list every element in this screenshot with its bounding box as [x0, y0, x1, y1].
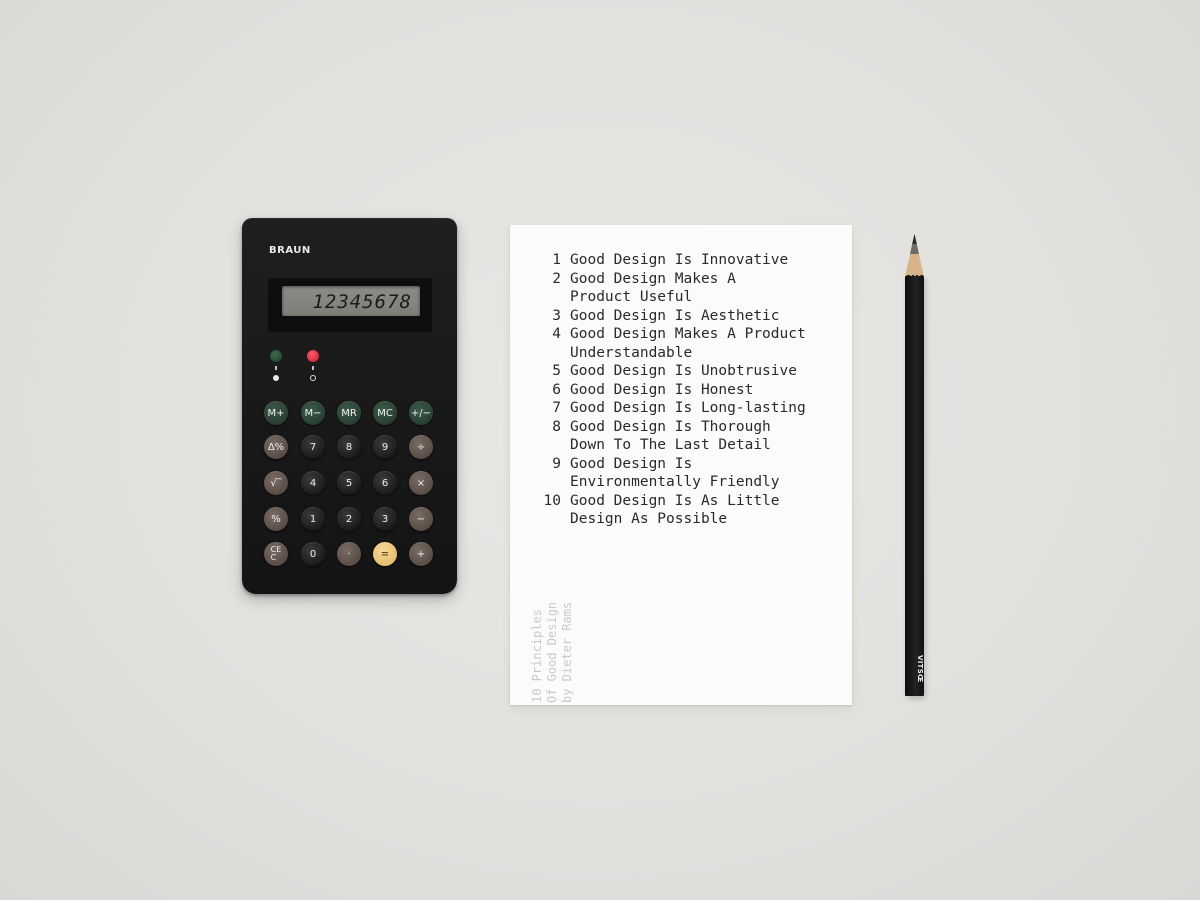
principles-list: 1 Good Design Is Innovative 2 Good Design M…	[528, 251, 806, 529]
on-indicator-dot	[273, 375, 279, 381]
principle-item: 10 Good Design Is As Little Design As Pos…	[528, 492, 806, 529]
indicator-dash	[312, 366, 314, 370]
pencil-body	[905, 276, 924, 696]
calculator-key: ·	[337, 542, 361, 566]
power-on-button	[270, 350, 282, 362]
calculator-display: 12345678	[282, 286, 420, 316]
principle-item: 9 Good Design Is Environmentally Friendly	[528, 455, 806, 492]
calculator-key: 4	[301, 471, 325, 495]
principle-text: Good Design Is Honest	[570, 381, 754, 398]
calculator-key: M+	[264, 401, 288, 425]
display-readout: 12345678	[312, 291, 412, 313]
principle-text: Good Design Makes A Product Understandab…	[570, 326, 806, 361]
calculator-key: 1	[301, 507, 325, 531]
calculator-key: 0	[301, 542, 325, 566]
product-flatlay: BRAUN 12345678 M+ M− MR MC +/− Δ% 7 8 9 ÷ √‾ 4 5 6 ×% 1…	[0, 0, 1200, 900]
principle-number: 7	[552, 400, 561, 416]
principle-item: 7 Good Design Is Long-lasting	[528, 399, 806, 418]
calculator-key: +	[409, 542, 433, 566]
calculator-key: −	[409, 507, 433, 531]
principle-number: 10	[543, 492, 561, 509]
calculator-key: 3	[373, 507, 397, 531]
card-side-title: 10 Principles Of Good Design by Dieter R…	[530, 602, 575, 703]
principle-number: 3	[552, 307, 561, 324]
principle-number: 1	[552, 252, 561, 268]
calculator-key: 5	[337, 471, 361, 495]
calculator-key: 8	[337, 435, 361, 459]
pencil	[898, 232, 928, 702]
principle-text: Good Design Is Long-lasting	[570, 400, 806, 416]
principle-item: 3 Good Design Is Aesthetic	[528, 307, 806, 326]
calculator-key: M−	[301, 401, 325, 425]
principle-item: 2 Good Design Makes A Product Useful	[528, 270, 806, 307]
principle-number: 6	[552, 381, 561, 398]
principles-card: 1 Good Design Is Innovative 2 Good Design M…	[510, 225, 852, 705]
power-off-button	[307, 350, 319, 362]
calculator-key: +/−	[409, 401, 433, 425]
principle-number: 5	[552, 363, 561, 379]
side-title-line: 10 Principles	[530, 609, 544, 703]
calculator-key: Δ%	[264, 435, 288, 459]
principle-text: Good Design Is As Little Design As Possi…	[570, 492, 780, 528]
calculator-key: 6	[373, 471, 397, 495]
principle-item: 1 Good Design Is Innovative	[528, 251, 806, 270]
calculator-key: MR	[337, 401, 361, 425]
principle-text: Good Design Is Innovative	[570, 252, 789, 268]
calculator-key: 9	[373, 435, 397, 459]
principle-item: 4 Good Design Makes A Product Understanda…	[528, 325, 806, 362]
principle-text: Good Design Makes A Product Useful	[570, 270, 736, 306]
calculator-key: CE C	[264, 542, 288, 566]
calculator-key: ÷	[409, 435, 433, 459]
calculator-key: √‾	[264, 471, 288, 495]
calculator-key: 2	[337, 507, 361, 531]
principle-item: 5 Good Design Is Unobtrusive	[528, 362, 806, 381]
principle-text: Good Design Is Aesthetic	[570, 307, 780, 324]
principle-number: 2	[552, 270, 561, 287]
principle-text: Good Design Is Environmentally Friendly	[570, 455, 780, 491]
side-title-line: Of Good Design	[545, 601, 559, 703]
principle-number: 4	[552, 326, 561, 342]
calculator-key: =	[373, 542, 397, 566]
principle-item: 6 Good Design Is Honest	[528, 381, 806, 400]
principle-text: Good Design Is Unobtrusive	[570, 363, 797, 379]
calculator-key: 7	[301, 435, 325, 459]
indicator-dash	[275, 366, 277, 370]
braun-calculator: BRAUN 12345678 M+ M− MR MC +/− Δ% 7 8 9 ÷ √‾ 4 5 6 ×% 1…	[242, 218, 457, 594]
pencil-brand-mark: VITSŒ	[916, 655, 924, 683]
off-indicator-ring	[310, 375, 316, 381]
calculator-key: MC	[373, 401, 397, 425]
principle-number: 9	[552, 455, 561, 472]
calculator-key: %	[264, 507, 288, 531]
calculator-brand-logo: BRAUN	[269, 245, 311, 256]
calculator-key: ×	[409, 471, 433, 495]
side-title-line: by Dieter Rams	[560, 601, 574, 703]
principle-number: 8	[552, 418, 561, 435]
principle-item: 8 Good Design Is Thorough Down To The Las…	[528, 418, 806, 455]
principle-text: Good Design Is Thorough Down To The Last…	[570, 418, 771, 454]
